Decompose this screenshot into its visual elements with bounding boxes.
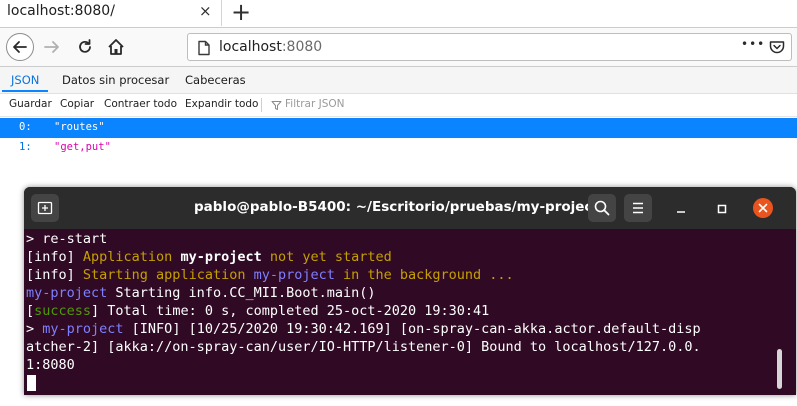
toolbar-separator — [261, 98, 262, 112]
search-icon — [594, 200, 610, 216]
new-tab-terminal-button[interactable] — [31, 194, 59, 222]
reload-icon[interactable] — [75, 37, 95, 57]
terminal-text-segment: not yet started — [261, 249, 392, 265]
navigation-bar: localhost:8080 ••• — [0, 28, 797, 66]
new-tab-button[interactable]: + — [231, 0, 251, 26]
terminal-text-segment: > re-start — [26, 231, 108, 247]
filter-json-input[interactable]: Filtrar JSON — [285, 98, 345, 110]
terminal-text-segment: 1:8080 — [26, 357, 75, 373]
terminal-text-segment: in the background ... — [334, 267, 514, 283]
filter-icon — [271, 101, 282, 110]
terminal-output[interactable]: > re-start [info] Application my-project … — [24, 230, 796, 395]
terminal-scrollbar[interactable] — [777, 349, 782, 389]
terminal-line: > re-start — [26, 230, 107, 248]
json-viewer-tabs: JSON Datos sin procesar Cabeceras — [0, 67, 797, 94]
terminal-text-segment: my-project — [26, 285, 108, 301]
terminal-title: pablo@pablo-B5400: ~/Escritorio/pruebas/… — [194, 199, 599, 215]
terminal-line: [info] Application my-project not yet st… — [26, 248, 392, 266]
terminal-text-segment: my-project — [42, 321, 124, 337]
tab-raw-data[interactable]: Datos sin procesar — [62, 73, 169, 87]
expand-all-button[interactable]: Expandir todo — [185, 98, 258, 110]
page-actions-menu-icon[interactable]: ••• — [741, 37, 765, 51]
terminal-cursor — [27, 375, 36, 391]
terminal-line: 1:8080 — [26, 356, 75, 374]
browser-tab[interactable]: localhost:8080/ × — [0, 0, 222, 26]
tab-headers[interactable]: Cabeceras — [185, 73, 246, 87]
terminal-line: > my-project [INFO] [10/25/2020 19:30:42… — [26, 320, 701, 338]
back-arrow-icon — [13, 41, 27, 53]
row-index: 0: — [19, 121, 32, 133]
terminal-text-segment: Starting application — [82, 267, 254, 283]
row-value: "routes" — [54, 121, 105, 133]
save-button[interactable]: Guardar — [9, 98, 52, 110]
new-tab-icon — [37, 201, 53, 215]
terminal-text-segment: [info] — [26, 267, 83, 283]
terminal-text-segment: > — [26, 321, 43, 337]
terminal-text-segment: Starting info.CC_MII.Boot.main() — [107, 285, 376, 301]
terminal-text-segment: Application — [82, 249, 181, 265]
terminal-line: atcher-2] [akka://on-spray-can/user/IO-H… — [26, 338, 701, 356]
terminal-text-segment: my-project — [180, 249, 262, 265]
home-icon[interactable] — [106, 37, 126, 57]
terminal-text-segment: my-project — [253, 267, 335, 283]
search-button[interactable] — [588, 194, 616, 222]
terminal-text-segment: atcher-2] [akka://on-spray-can/user/IO-H… — [26, 339, 701, 355]
url-text: localhost:8080 — [219, 39, 322, 55]
terminal-text-segment: ] Total time: 0 s, completed 25-oct-2020… — [91, 303, 490, 319]
minimize-icon[interactable] — [674, 202, 688, 216]
url-bar[interactable]: localhost:8080 ••• — [187, 33, 792, 61]
tab-json[interactable]: JSON — [11, 73, 39, 87]
json-row[interactable]: 1: "get,put" — [0, 138, 797, 158]
terminal-text-segment: [ — [26, 303, 35, 319]
close-icon — [758, 203, 768, 213]
row-value: "get,put" — [54, 141, 111, 153]
tab-title: localhost:8080/ — [7, 3, 115, 19]
terminal-text-segment: [info] — [26, 249, 83, 265]
browser-tab-strip: localhost:8080/ × + — [0, 0, 797, 28]
close-tab-icon[interactable]: × — [199, 2, 212, 20]
terminal-line: [info] Starting application my-project i… — [26, 266, 514, 284]
terminal-text-segment: success — [34, 303, 92, 319]
back-button[interactable] — [6, 33, 34, 61]
hamburger-menu-icon — [633, 202, 643, 214]
maximize-icon[interactable] — [715, 202, 729, 216]
close-window-button[interactable] — [753, 198, 773, 218]
active-tab-indicator — [2, 90, 48, 92]
terminal-line: [success] Total time: 0 s, completed 25-… — [26, 302, 489, 320]
copy-button[interactable]: Copiar — [60, 98, 94, 110]
terminal-line: my-project Starting info.CC_MII.Boot.mai… — [26, 284, 376, 302]
collapse-all-button[interactable]: Contraer todo — [104, 98, 177, 110]
terminal-text-segment: [INFO] [10/25/2020 19:30:42.169] [on-spr… — [123, 321, 701, 337]
pocket-icon[interactable] — [768, 38, 786, 56]
row-index: 1: — [19, 141, 32, 153]
url-port: :8080 — [281, 39, 323, 55]
hamburger-menu-button[interactable] — [624, 194, 652, 222]
json-row[interactable]: 0: "routes" — [0, 118, 797, 138]
terminal-titlebar: pablo@pablo-B5400: ~/Escritorio/pruebas/… — [24, 187, 796, 229]
page-info-icon[interactable] — [196, 40, 212, 56]
terminal-window: pablo@pablo-B5400: ~/Escritorio/pruebas/… — [24, 187, 796, 395]
json-viewer-toolbar: Guardar Copiar Contraer todo Expandir to… — [0, 94, 797, 117]
url-host: localhost — [219, 39, 282, 55]
forward-arrow-icon[interactable] — [41, 36, 63, 58]
